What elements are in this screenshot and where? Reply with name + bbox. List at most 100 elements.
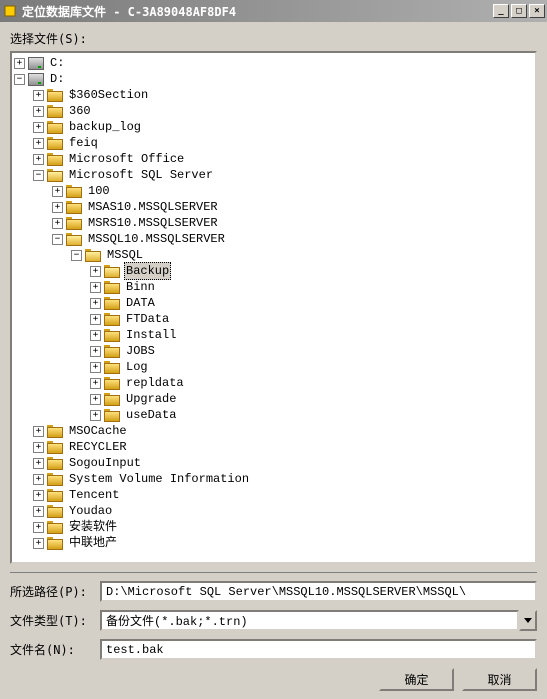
tree-node[interactable]: JOBS xyxy=(14,343,533,359)
expand-icon[interactable] xyxy=(33,458,44,469)
expand-icon[interactable] xyxy=(33,106,44,117)
expand-icon[interactable] xyxy=(90,314,101,325)
tree-node[interactable]: MSSQL10.MSSQLSERVER xyxy=(14,231,533,247)
tree-node[interactable]: MSRS10.MSSQLSERVER xyxy=(14,215,533,231)
tree-item-label[interactable]: 100 xyxy=(86,183,112,199)
expand-icon[interactable] xyxy=(33,442,44,453)
file-tree[interactable]: C:D:$360Section360backup_logfeiqMicrosof… xyxy=(10,51,537,564)
collapse-icon[interactable] xyxy=(71,250,82,261)
tree-node[interactable]: Backup xyxy=(14,263,533,279)
tree-node[interactable]: MSOCache xyxy=(14,423,533,439)
tree-item-label[interactable]: Upgrade xyxy=(124,391,178,407)
expand-icon[interactable] xyxy=(33,154,44,165)
tree-item-label[interactable]: feiq xyxy=(67,135,100,151)
tree-item-label[interactable]: D: xyxy=(48,71,66,87)
expand-icon[interactable] xyxy=(33,506,44,517)
tree-node[interactable]: D: xyxy=(14,71,533,87)
tree-node[interactable]: useData xyxy=(14,407,533,423)
tree-item-label[interactable]: MSSQL10.MSSQLSERVER xyxy=(86,231,227,247)
tree-node[interactable]: System Volume Information xyxy=(14,471,533,487)
file-type-field[interactable] xyxy=(100,610,519,631)
tree-node[interactable]: Upgrade xyxy=(14,391,533,407)
tree-node[interactable]: backup_log xyxy=(14,119,533,135)
tree-item-label[interactable]: FTData xyxy=(124,311,171,327)
tree-node[interactable]: C: xyxy=(14,55,533,71)
expand-icon[interactable] xyxy=(33,474,44,485)
tree-item-label[interactable]: backup_log xyxy=(67,119,143,135)
tree-item-label[interactable]: Tencent xyxy=(67,487,121,503)
expand-icon[interactable] xyxy=(90,362,101,373)
cancel-button[interactable]: 取消 xyxy=(462,668,537,691)
tree-item-label[interactable]: Backup xyxy=(124,262,171,280)
close-button[interactable]: × xyxy=(529,4,545,18)
collapse-icon[interactable] xyxy=(33,170,44,181)
tree-item-label[interactable]: Youdao xyxy=(67,503,114,519)
expand-icon[interactable] xyxy=(90,266,101,277)
tree-node[interactable]: Microsoft SQL Server xyxy=(14,167,533,183)
tree-node[interactable]: feiq xyxy=(14,135,533,151)
expand-icon[interactable] xyxy=(52,202,63,213)
expand-icon[interactable] xyxy=(90,346,101,357)
tree-node[interactable]: MSAS10.MSSQLSERVER xyxy=(14,199,533,215)
tree-item-label[interactable]: MSRS10.MSSQLSERVER xyxy=(86,215,220,231)
tree-node[interactable]: Tencent xyxy=(14,487,533,503)
tree-node[interactable]: Microsoft Office xyxy=(14,151,533,167)
expand-icon[interactable] xyxy=(33,490,44,501)
tree-item-label[interactable]: Log xyxy=(124,359,150,375)
tree-item-label[interactable]: repldata xyxy=(124,375,186,391)
collapse-icon[interactable] xyxy=(14,74,25,85)
expand-icon[interactable] xyxy=(33,538,44,549)
file-name-field[interactable] xyxy=(100,639,537,660)
tree-item-label[interactable]: JOBS xyxy=(124,343,157,359)
expand-icon[interactable] xyxy=(33,522,44,533)
tree-item-label[interactable]: MSSQL xyxy=(105,247,145,263)
collapse-icon[interactable] xyxy=(52,234,63,245)
expand-icon[interactable] xyxy=(90,394,101,405)
tree-node[interactable]: 安装软件 xyxy=(14,519,533,535)
tree-item-label[interactable]: RECYCLER xyxy=(67,439,129,455)
tree-item-label[interactable]: SogouInput xyxy=(67,455,143,471)
tree-item-label[interactable]: useData xyxy=(124,407,178,423)
tree-node[interactable]: SogouInput xyxy=(14,455,533,471)
tree-node[interactable]: MSSQL xyxy=(14,247,533,263)
expand-icon[interactable] xyxy=(90,410,101,421)
file-type-dropdown-button[interactable] xyxy=(519,610,537,631)
tree-node[interactable]: 100 xyxy=(14,183,533,199)
tree-item-label[interactable]: Binn xyxy=(124,279,157,295)
tree-node[interactable]: Youdao xyxy=(14,503,533,519)
tree-item-label[interactable]: Microsoft SQL Server xyxy=(67,167,215,183)
expand-icon[interactable] xyxy=(33,426,44,437)
expand-icon[interactable] xyxy=(14,58,25,69)
tree-item-label[interactable]: Microsoft Office xyxy=(67,151,186,167)
tree-item-label[interactable]: DATA xyxy=(124,295,157,311)
tree-node[interactable]: 360 xyxy=(14,103,533,119)
tree-item-label[interactable]: 360 xyxy=(67,103,93,119)
tree-item-label[interactable]: $360Section xyxy=(67,87,150,103)
tree-node[interactable]: DATA xyxy=(14,295,533,311)
selected-path-field[interactable] xyxy=(100,581,537,602)
expand-icon[interactable] xyxy=(52,218,63,229)
expand-icon[interactable] xyxy=(90,330,101,341)
ok-button[interactable]: 确定 xyxy=(379,668,454,691)
expand-icon[interactable] xyxy=(52,186,63,197)
expand-icon[interactable] xyxy=(33,122,44,133)
expand-icon[interactable] xyxy=(33,90,44,101)
tree-item-label[interactable]: Install xyxy=(124,327,178,343)
expand-icon[interactable] xyxy=(90,282,101,293)
tree-item-label[interactable]: 中联地产 xyxy=(67,535,119,551)
expand-icon[interactable] xyxy=(33,138,44,149)
tree-item-label[interactable]: MSOCache xyxy=(67,423,129,439)
tree-node[interactable]: Log xyxy=(14,359,533,375)
tree-item-label[interactable]: System Volume Information xyxy=(67,471,251,487)
maximize-button[interactable]: □ xyxy=(511,4,527,18)
tree-item-label[interactable]: 安装软件 xyxy=(67,519,119,535)
tree-node[interactable]: $360Section xyxy=(14,87,533,103)
tree-node[interactable]: Binn xyxy=(14,279,533,295)
tree-node[interactable]: Install xyxy=(14,327,533,343)
tree-node[interactable]: repldata xyxy=(14,375,533,391)
expand-icon[interactable] xyxy=(90,298,101,309)
expand-icon[interactable] xyxy=(90,378,101,389)
tree-node[interactable]: 中联地产 xyxy=(14,535,533,551)
tree-node[interactable]: FTData xyxy=(14,311,533,327)
tree-item-label[interactable]: C: xyxy=(48,55,66,71)
